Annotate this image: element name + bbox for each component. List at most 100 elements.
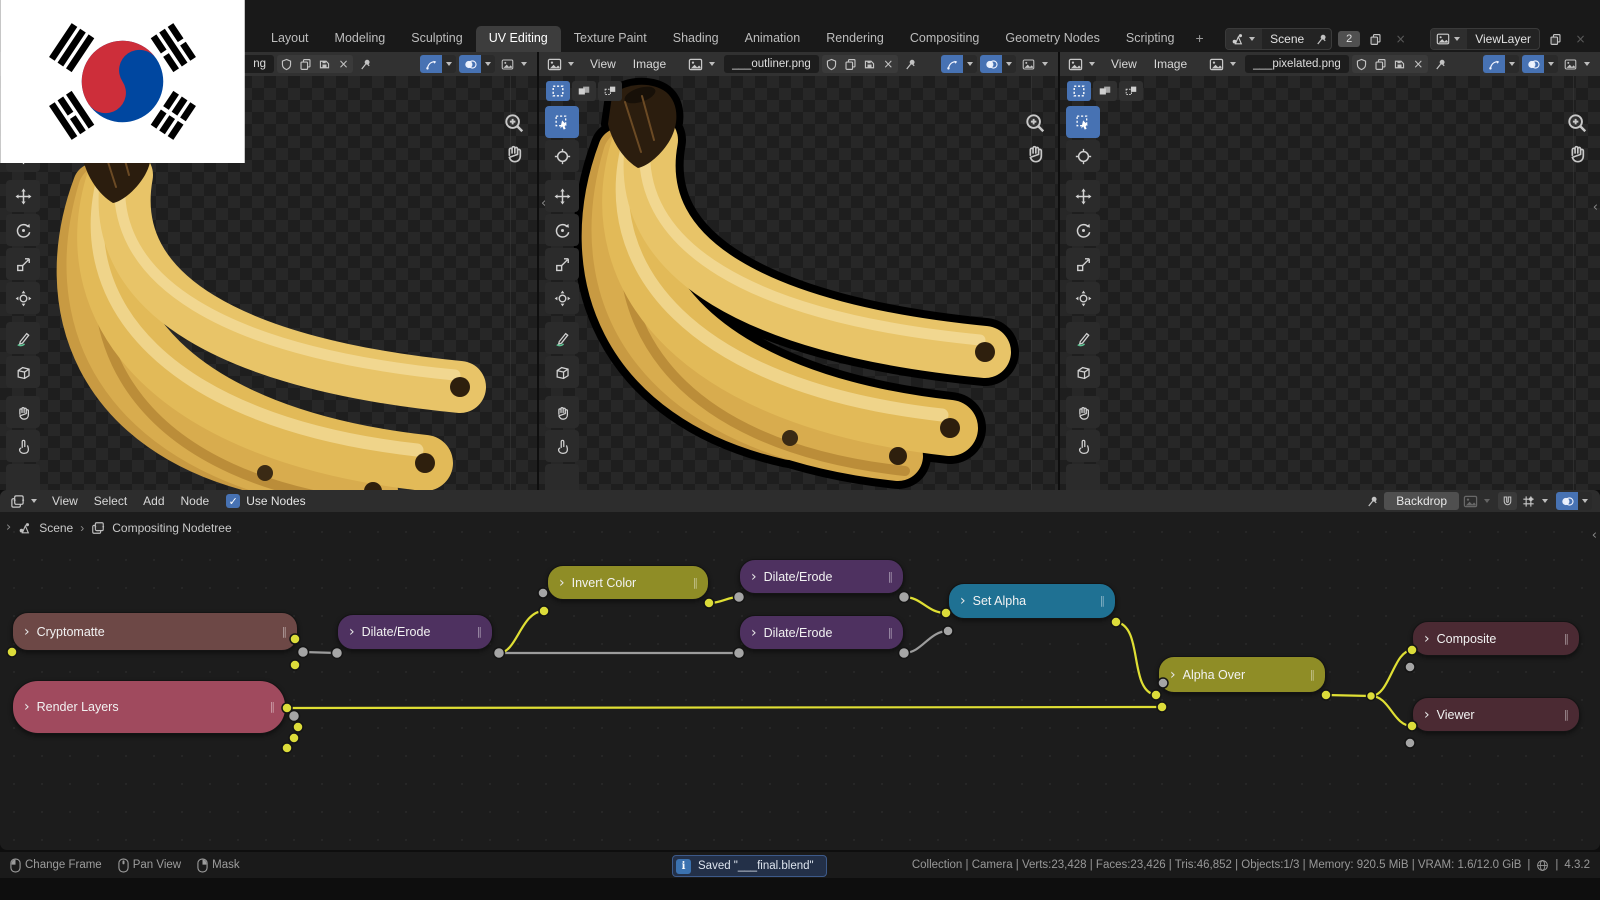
mask-mode-button[interactable] — [1119, 81, 1143, 101]
annotate-tool-button[interactable] — [545, 322, 579, 354]
panel-collapse-arrow[interactable]: ‹ — [1593, 200, 1598, 215]
pin-icon[interactable] — [356, 55, 375, 73]
breadcrumb-scene[interactable]: Scene — [39, 521, 73, 535]
sample-tool-button[interactable] — [6, 356, 40, 388]
gizmo-dropdown[interactable] — [967, 62, 973, 66]
overlay-toggle-icon[interactable] — [1522, 55, 1544, 73]
unlink-image-icon[interactable]: × — [1409, 55, 1428, 73]
overlay-dropdown[interactable] — [1006, 62, 1012, 66]
expand-node-icon[interactable]: › — [1424, 632, 1430, 646]
rotate-tool-button[interactable] — [545, 214, 579, 246]
paint-mode-button[interactable] — [1093, 81, 1117, 101]
tweak-tool-button[interactable] — [1066, 106, 1100, 138]
cursor-tool-button[interactable] — [1066, 140, 1100, 172]
move-tool-button[interactable] — [1066, 180, 1100, 212]
view-mode-button[interactable] — [1067, 81, 1091, 101]
sidebar-collapse-arrow[interactable]: ‹ — [1592, 528, 1597, 543]
expand-node-icon[interactable]: › — [559, 576, 565, 590]
unlink-image-icon[interactable]: × — [334, 55, 353, 73]
tab-sculpting[interactable]: Sculpting — [398, 26, 475, 52]
node-invert-color[interactable]: › Invert Color ‖ — [547, 565, 709, 600]
tab-geometry-nodes[interactable]: Geometry Nodes — [992, 26, 1112, 52]
node-cryptomatte[interactable]: › Cryptomatte ‖ — [12, 612, 298, 651]
pan-tool-button[interactable] — [6, 396, 40, 428]
expand-node-icon[interactable]: › — [1424, 708, 1430, 722]
fake-user-icon[interactable] — [822, 55, 841, 73]
region-border[interactable] — [1031, 76, 1032, 490]
backdrop-button[interactable]: Backdrop — [1384, 492, 1459, 510]
use-nodes-checkbox[interactable]: ✓ Use Nodes — [226, 494, 305, 508]
pan-gizmo-icon[interactable] — [1566, 142, 1588, 167]
expand-node-icon[interactable]: › — [24, 625, 30, 639]
tab-layout[interactable]: Layout — [258, 26, 322, 52]
node-alpha-over[interactable]: › Alpha Over ‖ — [1158, 656, 1326, 693]
pan-tool-button[interactable] — [545, 396, 579, 428]
editor-type-icon[interactable] — [1066, 57, 1101, 72]
expand-node-icon[interactable]: › — [751, 626, 757, 640]
image-viewport-2[interactable]: ‹ — [539, 76, 1058, 490]
tab-scripting[interactable]: Scripting — [1113, 26, 1188, 52]
extra-tool-button[interactable] — [6, 464, 40, 490]
transform-tool-button[interactable] — [6, 282, 40, 314]
overlay-toggle-icon[interactable] — [1556, 492, 1578, 510]
region-border[interactable] — [510, 76, 511, 490]
tree-expand-arrow[interactable]: › — [6, 520, 11, 535]
fake-user-icon[interactable] — [277, 55, 296, 73]
overlay-toggle-icon[interactable] — [459, 55, 481, 73]
node-dilate-erode-3[interactable]: › Dilate/Erode ‖ — [739, 615, 904, 650]
add-workspace-button[interactable]: + — [1188, 26, 1212, 52]
gizmo-dropdown[interactable] — [446, 62, 452, 66]
pack-image-icon[interactable] — [315, 55, 334, 73]
snap-mode-icon[interactable] — [1519, 494, 1554, 509]
region-border[interactable] — [1573, 76, 1574, 490]
expand-node-icon[interactable]: › — [24, 700, 30, 714]
pan-tool-button[interactable] — [1066, 396, 1100, 428]
viewlayer-selector[interactable]: ViewLayer — [1430, 28, 1540, 50]
breadcrumb-nodetree[interactable]: Compositing Nodetree — [112, 521, 231, 535]
expand-node-icon[interactable]: › — [1170, 668, 1176, 682]
menu-view[interactable]: View — [1104, 52, 1144, 76]
overlay-toggle-icon[interactable] — [980, 55, 1002, 73]
expand-node-icon[interactable]: › — [960, 594, 966, 608]
scale-tool-button[interactable] — [1066, 248, 1100, 280]
unlink-image-icon[interactable]: × — [879, 55, 898, 73]
overlay-dropdown[interactable] — [1582, 499, 1588, 503]
node-dilate-erode-1[interactable]: › Dilate/Erode ‖ — [337, 614, 493, 650]
browse-image-icon[interactable] — [1207, 57, 1242, 72]
sample-tool-button[interactable] — [545, 356, 579, 388]
scene-selector[interactable]: Scene — [1225, 28, 1332, 50]
copy-image-icon[interactable] — [841, 55, 860, 73]
channels-dropdown[interactable] — [521, 62, 527, 66]
image-name-field-3[interactable]: ___pixelated.png — [1245, 55, 1349, 73]
view-mode-button[interactable] — [546, 81, 570, 101]
node-render-layers[interactable]: › Render Layers ‖ — [12, 680, 286, 734]
new-viewlayer-button[interactable] — [1546, 30, 1565, 48]
scale-tool-button[interactable] — [545, 248, 579, 280]
tab-uv-editing[interactable]: UV Editing — [476, 26, 561, 52]
rotate-tool-button[interactable] — [6, 214, 40, 246]
pan-gizmo-icon[interactable] — [503, 142, 525, 167]
zoom-gizmo-icon[interactable] — [1566, 112, 1588, 137]
node-composite[interactable]: › Composite ‖ — [1412, 621, 1580, 656]
expand-node-icon[interactable]: › — [751, 570, 757, 584]
move-tool-button[interactable] — [6, 180, 40, 212]
node-viewer[interactable]: › Viewer ‖ — [1412, 697, 1580, 732]
sample-tool-button[interactable] — [1066, 356, 1100, 388]
zoom-gizmo-icon[interactable] — [1024, 112, 1046, 137]
menu-add[interactable]: Add — [136, 490, 171, 512]
display-channels-icon[interactable] — [1019, 55, 1038, 73]
annotate-tool-button[interactable] — [6, 322, 40, 354]
pack-image-icon[interactable] — [1390, 55, 1409, 73]
pan-gizmo-icon[interactable] — [1024, 142, 1046, 167]
rotate-tool-button[interactable] — [1066, 214, 1100, 246]
menu-image[interactable]: Image — [1147, 52, 1194, 76]
pin-icon[interactable] — [1363, 492, 1382, 510]
extra-tool-button[interactable] — [1066, 464, 1100, 490]
menu-select[interactable]: Select — [87, 490, 134, 512]
editor-type-icon[interactable] — [545, 57, 580, 72]
expand-node-icon[interactable]: › — [349, 625, 355, 639]
touch-tool-button[interactable] — [1066, 430, 1100, 462]
channels-dropdown[interactable] — [1584, 62, 1590, 66]
pin-scene-icon[interactable] — [1312, 30, 1331, 48]
new-scene-button[interactable] — [1366, 30, 1385, 48]
